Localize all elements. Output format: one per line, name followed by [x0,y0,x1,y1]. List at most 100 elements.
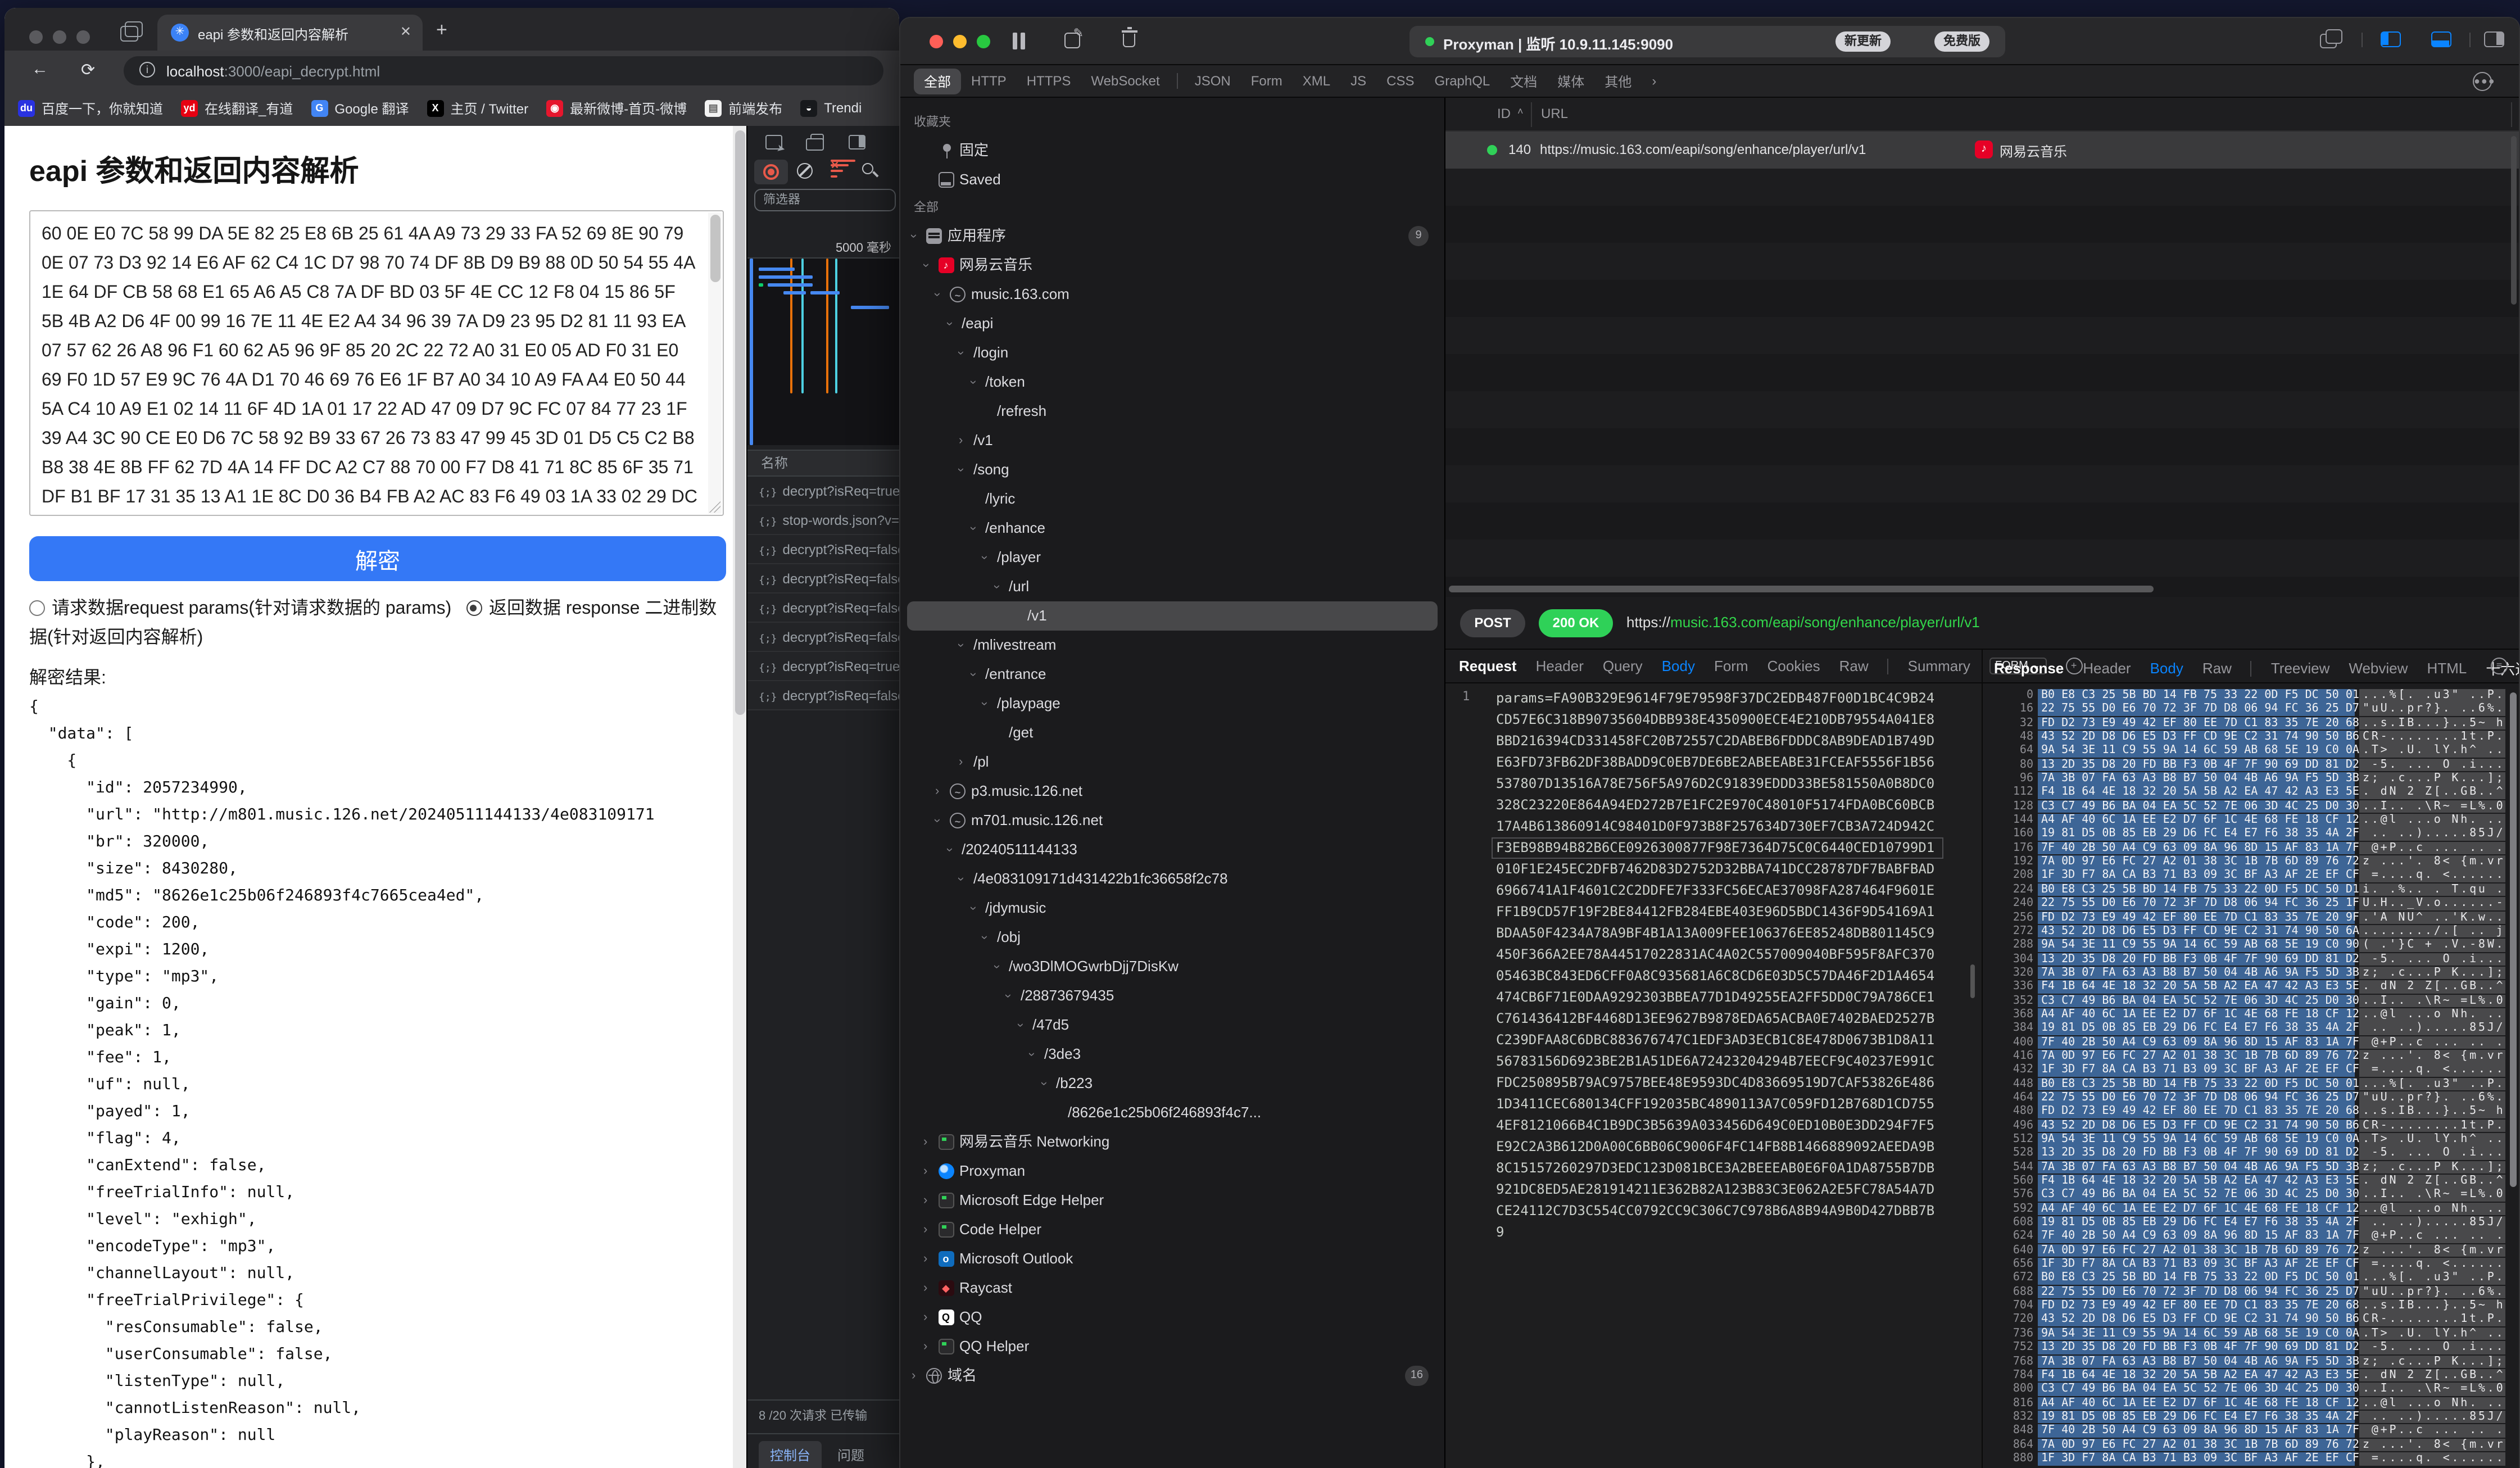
page-scrollbar[interactable] [733,126,746,1468]
protocol-filter-chip[interactable]: 文档 [1500,68,1547,94]
hex-row[interactable]: 48 43 52 2D D8 D6 E5 D3 FF CD 9E C2 31 7… [1983,731,2520,745]
tree-item[interactable]: › Code Helper [900,1215,1444,1244]
search-icon[interactable] [862,163,873,174]
disclosure-chevron-icon[interactable]: › [911,263,940,267]
url-bar[interactable]: i localhost:3000/eapi_decrypt.html [124,56,883,85]
disclosure-chevron-icon[interactable]: › [923,1303,927,1332]
tab-header[interactable]: Header [2083,660,2131,677]
compose-icon[interactable] [1064,33,1080,48]
tree-item[interactable]: › ♪ 网易云音乐 [900,251,1444,280]
window-minimize-button[interactable] [953,35,967,48]
protocol-filter-chip[interactable]: HTTPS [1017,70,1081,92]
disclosure-chevron-icon[interactable]: › [923,1332,927,1361]
console-tab[interactable]: 控制台 [759,1441,822,1468]
tree-item[interactable]: › /3de3 [900,1040,1444,1069]
hex-row[interactable]: 560 F4 1B 64 4E 18 32 20 5A 5B A2 EA 47 … [1983,1175,2520,1189]
network-request-item[interactable]: {;}decrypt?isReq=false [747,564,899,593]
hex-row[interactable]: 656 1F 3D F7 8A CA B3 71 B3 09 3C BF A3 … [1983,1258,2520,1272]
tree-item[interactable]: › Microsoft Edge Helper [900,1186,1444,1215]
issues-tab[interactable]: 问题 [837,1441,864,1468]
disclosure-chevron-icon[interactable]: › [994,994,1023,998]
disclosure-chevron-icon[interactable]: › [946,351,976,355]
disclosure-chevron-icon[interactable]: › [923,292,952,296]
disclosure-chevron-icon[interactable]: › [982,964,1011,968]
disclosure-chevron-icon[interactable]: › [900,234,928,238]
tree-item[interactable]: › /wo3DlMOGwrbDjj7DisKw [900,952,1444,981]
tree-item[interactable]: › /song [900,455,1444,484]
textarea-resize-grip[interactable] [709,501,720,513]
protocol-filter-chip[interactable]: GraphQL [1425,70,1501,92]
hex-row[interactable]: 416 7A 0D 97 E6 FC 27 A2 01 38 3C 1B 7B … [1983,1050,2520,1064]
protocol-filter-chip[interactable]: CSS [1376,70,1424,92]
hex-row[interactable]: 464 22 75 55 D0 E6 70 72 3F 7D D8 06 94 … [1983,1091,2520,1105]
hex-row[interactable]: 400 7F 40 2B 50 A4 C9 63 09 8A 96 8D 15 … [1983,1036,2520,1050]
network-request-item[interactable]: {;}decrypt?isReq=false [747,623,899,652]
tree-item[interactable]: › /playpage [900,689,1444,718]
request-params-radio-label[interactable]: 请求数据request params(针对请求数据的 params) [52,599,451,618]
tab-treeview[interactable]: Treeview [2271,660,2330,677]
hex-row[interactable]: 128 C3 C7 49 B6 BA 04 EA 5C 52 7E 06 3D … [1983,800,2520,814]
tab-raw[interactable]: Raw [1839,658,1869,674]
tree-item[interactable]: /get [900,718,1444,747]
tab-raw[interactable]: Raw [2202,660,2232,677]
hex-row[interactable]: 608 19 81 D5 0B 85 EB 29 D6 FC E4 E7 F6 … [1983,1216,2520,1230]
disclosure-chevron-icon[interactable]: › [1017,1052,1046,1056]
disclosure-chevron-icon[interactable]: › [923,1127,927,1157]
tree-item[interactable]: › /jdymusic [900,894,1444,923]
disclosure-chevron-icon[interactable]: › [958,906,987,910]
hex-row[interactable]: 288 9A 54 3E 11 C9 55 9A 14 6C 59 AB 68 … [1983,939,2520,953]
hex-row[interactable]: 272 43 52 2D D8 D6 E5 D3 FF CD 9E C2 31 … [1983,925,2520,939]
hex-row[interactable]: 224 B0 E8 C3 25 5B BD 14 FB 75 33 22 0D … [1983,883,2520,898]
tab-header[interactable]: Header [1536,658,1584,674]
tree-item[interactable]: › /token [900,368,1444,397]
tab-close-icon[interactable]: ✕ [400,24,411,39]
disclosure-chevron-icon[interactable]: › [1005,1023,1035,1027]
network-request-item[interactable]: {;}decrypt?isReq=false [747,681,899,710]
tree-item[interactable]: › ~ m701.music.126.net [900,806,1444,835]
tree-item[interactable]: › /28873679435 [900,981,1444,1011]
disclosure-chevron-icon[interactable]: › [1029,1081,1058,1085]
bookmark-item[interactable]: ◒ Trendi [800,99,862,116]
hex-row[interactable]: 512 9A 54 3E 11 C9 55 9A 14 6C 59 AB 68 … [1983,1133,2520,1147]
disclosure-chevron-icon[interactable]: › [946,468,976,472]
bookmark-item[interactable]: yd 在线翻译_有道 [181,98,293,117]
tab-response[interactable]: Response [1994,660,2064,677]
protocol-filter-chip[interactable]: Form [1241,70,1293,92]
hex-row[interactable]: 880 1F 3D F7 8A CA B3 71 B3 09 3C BF A3 … [1983,1452,2520,1466]
protocol-filter-chip[interactable]: 媒体 [1547,68,1594,94]
protocol-filter-chip[interactable]: WebSocket [1081,70,1170,92]
hex-row[interactable]: 304 13 2D 35 D8 20 FD BB F3 0B 4F 7F 90 … [1983,953,2520,967]
inspect-icon[interactable] [765,135,782,149]
layout-right-panel-icon[interactable] [2484,31,2504,47]
tree-item[interactable]: › Q QQ [900,1303,1444,1332]
tab-summary[interactable]: Summary [1908,658,1970,674]
hex-row[interactable]: 768 7A 3B 07 FA 63 A3 B8 B7 50 04 4B A6 … [1983,1355,2520,1369]
hex-row[interactable]: 480 FD D2 73 E9 49 42 EF 80 EE 7D C1 83 … [1983,1105,2520,1120]
hex-input-textarea[interactable]: 60 0E E0 7C 58 99 DA 5E 82 25 E8 6B 25 6… [29,210,724,516]
hex-row[interactable]: 176 7F 40 2B 50 A4 C9 63 09 8A 96 8D 15 … [1983,842,2520,856]
protocol-filter-chip[interactable]: 其他 [1594,68,1642,94]
protocol-filter-chip[interactable]: XML [1293,70,1340,92]
request-scrollbar-thumb[interactable] [1970,964,1975,998]
tab-request[interactable]: Request [1459,658,1517,674]
devtools-filter-input[interactable]: 筛选器 [754,189,896,211]
device-toolbar-icon[interactable] [810,134,824,149]
hex-row[interactable]: 240 22 75 55 D0 E6 70 72 3F 7D D8 06 94 … [1983,897,2520,911]
bookmark-item[interactable]: du 百度一下，你就知道 [18,98,163,117]
record-button[interactable] [754,160,788,184]
disclosure-chevron-icon[interactable]: › [935,848,964,851]
hex-row[interactable]: 96 7A 3B 07 FA 63 A3 B8 B7 50 04 4B A6 9… [1983,772,2520,786]
tree-item[interactable]: › /20240511144133 [900,835,1444,864]
tree-item[interactable]: /8626e1c25b06f246893f4c7... [900,1098,1444,1127]
hex-row[interactable]: 16 22 75 55 D0 E6 70 72 3F 7D D8 06 94 F… [1983,703,2520,717]
window-close-button[interactable] [930,35,943,48]
tree-item[interactable]: › /mlivestream [900,631,1444,660]
hex-row[interactable]: 752 13 2D 35 D8 20 FD BB F3 0B 4F 7F 90 … [1983,1341,2520,1355]
window-zoom-button[interactable] [76,30,90,44]
hex-row[interactable]: 864 7A 0D 97 E6 FC 27 A2 01 38 3C 1B 7B … [1983,1438,2520,1452]
disclosure-chevron-icon[interactable]: › [923,1244,927,1274]
disclosure-chevron-icon[interactable]: › [923,1215,927,1244]
hex-row[interactable]: 384 19 81 D5 0B 85 EB 29 D6 FC E4 E7 F6 … [1983,1022,2520,1036]
tab-body[interactable]: Body [1662,658,1695,674]
hex-row[interactable]: 688 22 75 55 D0 E6 70 72 3F 7D D8 06 94 … [1983,1286,2520,1300]
